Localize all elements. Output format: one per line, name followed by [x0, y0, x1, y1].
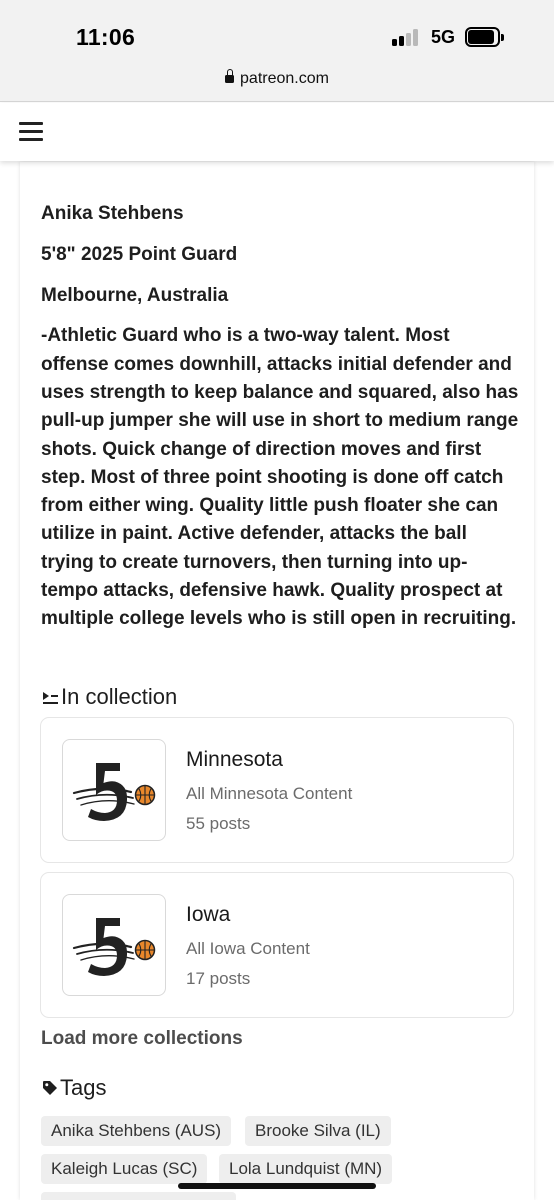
signal-strength-icon	[392, 29, 422, 46]
status-bar: 11:06 5G	[0, 0, 554, 62]
battery-icon	[465, 27, 504, 47]
lock-icon	[225, 69, 235, 84]
post-body: Anika Stehbens 5'8" 2025 Point Guard Mel…	[41, 200, 521, 634]
tags-heading: Tags	[42, 1075, 106, 1101]
tag-icon	[42, 1076, 58, 1095]
collection-post-count: 17 posts	[186, 969, 251, 988]
tag-chip[interactable]	[41, 1192, 236, 1200]
tag-chip[interactable]: Lola Lundquist (MN)	[219, 1154, 393, 1184]
tag-chip[interactable]: Anika Stehbens (AUS)	[41, 1116, 232, 1146]
browser-address-bar[interactable]: patreon.com	[0, 62, 554, 102]
status-time: 11:06	[76, 24, 136, 50]
collection-card-iowa[interactable]: Iowa All Iowa Content 17 posts	[40, 872, 514, 1018]
collection-card-minnesota[interactable]: Minnesota All Minnesota Content 55 posts	[40, 717, 514, 863]
collection-post-count: 55 posts	[186, 814, 251, 833]
playlist-icon	[42, 691, 59, 705]
site-header	[0, 103, 554, 161]
hamburger-menu-icon[interactable]	[19, 122, 43, 141]
collection-logo	[62, 894, 166, 996]
tags-heading-label: Tags	[60, 1075, 107, 1100]
logo-five-basketball-icon	[72, 763, 156, 821]
collection-heading-label: In collection	[61, 684, 178, 709]
network-type: 5G	[431, 27, 456, 47]
collection-subtitle: All Iowa Content	[186, 939, 310, 958]
collection-title: Iowa	[186, 903, 231, 926]
player-name: Anika Stehbens	[41, 203, 184, 224]
collection-logo	[62, 739, 166, 841]
load-more-collections-button[interactable]: Load more collections	[41, 1028, 243, 1050]
collection-title: Minnesota	[186, 748, 283, 771]
player-description: -Athletic Guard who is a two-way talent.…	[41, 325, 519, 630]
collection-heading: In collection	[42, 684, 177, 710]
player-location: Melbourne, Australia	[41, 284, 229, 306]
player-position: 5'8" 2025 Point Guard	[41, 243, 238, 265]
post-content: Anika Stehbens 5'8" 2025 Point Guard Mel…	[20, 162, 534, 1200]
home-indicator[interactable]	[178, 1183, 376, 1189]
url-text: patreon.com	[240, 70, 329, 87]
tag-chip[interactable]: Brooke Silva (IL)	[245, 1116, 391, 1146]
collection-subtitle: All Minnesota Content	[186, 784, 353, 803]
tag-chip[interactable]: Kaleigh Lucas (SC)	[41, 1154, 208, 1184]
logo-five-basketball-icon	[72, 918, 156, 976]
